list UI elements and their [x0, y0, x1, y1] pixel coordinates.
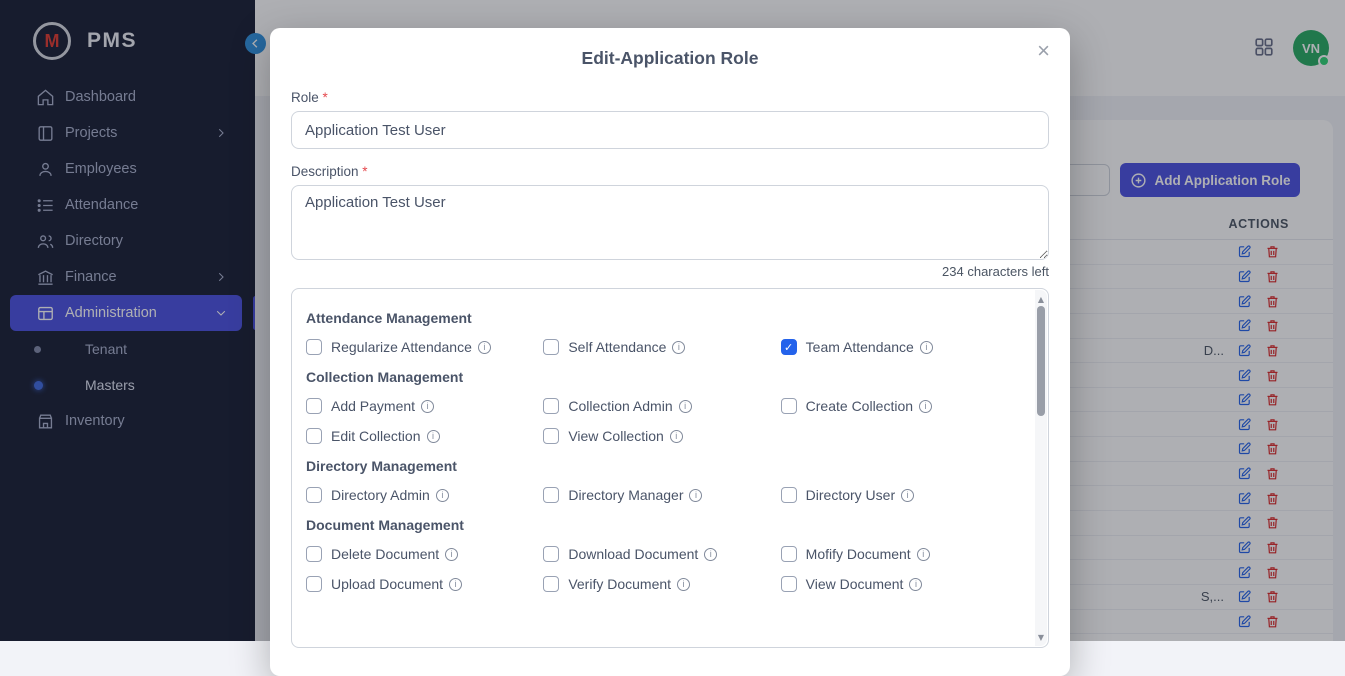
- permission-label: Team Attendance: [806, 339, 914, 355]
- unchecked-checkbox[interactable]: [543, 398, 559, 414]
- info-icon[interactable]: i: [909, 578, 922, 591]
- permission-label: Delete Document: [331, 546, 439, 562]
- unchecked-checkbox[interactable]: [306, 576, 322, 592]
- permission-item-edit-collection[interactable]: Edit Collection i: [306, 425, 543, 447]
- permission-grid: Regularize Attendance i Self Attendance i ✓ T…: [306, 336, 1018, 358]
- required-asterisk: *: [362, 164, 367, 179]
- info-icon[interactable]: i: [920, 341, 933, 354]
- modal-title: Edit-Application Role: [270, 28, 1070, 69]
- permission-label: View Collection: [568, 428, 663, 444]
- permission-item-directory-admin[interactable]: Directory Admin i: [306, 484, 543, 506]
- unchecked-checkbox[interactable]: [306, 428, 322, 444]
- info-icon[interactable]: i: [445, 548, 458, 561]
- close-icon[interactable]: ×: [1037, 40, 1050, 62]
- permission-item-delete-document[interactable]: Delete Document i: [306, 543, 543, 565]
- unchecked-checkbox[interactable]: [781, 576, 797, 592]
- permissions-panel: Attendance Management Regularize Attendan…: [291, 288, 1049, 648]
- permission-label: Edit Collection: [331, 428, 421, 444]
- unchecked-checkbox[interactable]: [543, 339, 559, 355]
- role-field-label: Role *: [291, 90, 1049, 105]
- role-label-text: Role: [291, 90, 319, 105]
- modal-body: Role * Description * Application Test Us…: [270, 90, 1070, 648]
- permission-label: Add Payment: [331, 398, 415, 414]
- permission-grid: Add PaymentiCollection AdminiCreate Coll…: [306, 395, 1018, 447]
- permission-label: Directory User: [806, 487, 895, 503]
- characters-left-counter: 234 characters left: [291, 264, 1049, 279]
- info-icon[interactable]: i: [901, 489, 914, 502]
- permission-item-upload-document[interactable]: Upload Document i: [306, 573, 543, 595]
- permission-item-view-document[interactable]: View Document i: [781, 573, 1018, 595]
- unchecked-checkbox[interactable]: [306, 487, 322, 503]
- unchecked-checkbox[interactable]: [543, 546, 559, 562]
- permission-item-download-document[interactable]: Download Document i: [543, 543, 780, 565]
- permissions-content: Attendance Management Regularize Attendan…: [292, 289, 1048, 615]
- unchecked-checkbox[interactable]: [781, 487, 797, 503]
- permission-item-create-collection[interactable]: Create Collection i: [781, 395, 1018, 417]
- permission-item-directory-manager[interactable]: Directory Manager i: [543, 484, 780, 506]
- role-input[interactable]: [291, 111, 1049, 149]
- permission-group-title-document-management: Document Management: [306, 517, 1018, 533]
- permission-label: Mofify Document: [806, 546, 911, 562]
- permission-label: Collection Admin: [568, 398, 672, 414]
- permission-item-collection-admin[interactable]: Collection Admin i: [543, 395, 780, 417]
- description-label-text: Description: [291, 164, 359, 179]
- permission-item-regularize-attendance[interactable]: Regularize Attendance i: [306, 336, 543, 358]
- permission-item-directory-user[interactable]: Directory User i: [781, 484, 1018, 506]
- scrollbar-thumb[interactable]: [1037, 306, 1045, 416]
- permission-label: Directory Manager: [568, 487, 683, 503]
- unchecked-checkbox[interactable]: [543, 428, 559, 444]
- permission-item-mofify-document[interactable]: Mofify Document i: [781, 543, 1018, 565]
- permission-item-team-attendance[interactable]: ✓ Team Attendance i: [781, 336, 1018, 358]
- checked-checkbox[interactable]: ✓: [781, 339, 797, 355]
- permission-label: Download Document: [568, 546, 698, 562]
- info-icon[interactable]: i: [919, 400, 932, 413]
- permission-item-verify-document[interactable]: Verify Document i: [543, 573, 780, 595]
- info-icon[interactable]: i: [478, 341, 491, 354]
- permission-label: Verify Document: [568, 576, 671, 592]
- unchecked-checkbox[interactable]: [781, 546, 797, 562]
- unchecked-checkbox[interactable]: [781, 398, 797, 414]
- required-asterisk: *: [323, 90, 328, 105]
- info-icon[interactable]: i: [679, 400, 692, 413]
- unchecked-checkbox[interactable]: [306, 398, 322, 414]
- unchecked-checkbox[interactable]: [306, 546, 322, 562]
- permission-group-title-collection-management: Collection Management: [306, 369, 1018, 385]
- unchecked-checkbox[interactable]: [306, 339, 322, 355]
- info-icon[interactable]: i: [449, 578, 462, 591]
- info-icon[interactable]: i: [670, 430, 683, 443]
- scroll-down-icon[interactable]: ▼: [1035, 630, 1047, 644]
- info-icon[interactable]: i: [917, 548, 930, 561]
- permission-label: Upload Document: [331, 576, 443, 592]
- permission-label: Self Attendance: [568, 339, 666, 355]
- permission-item-self-attendance[interactable]: Self Attendance i: [543, 336, 780, 358]
- info-icon[interactable]: i: [427, 430, 440, 443]
- permission-label: View Document: [806, 576, 904, 592]
- permission-item-view-collection[interactable]: View Collection i: [543, 425, 780, 447]
- permission-label: Create Collection: [806, 398, 913, 414]
- permission-group-title-directory-management: Directory Management: [306, 458, 1018, 474]
- unchecked-checkbox[interactable]: [543, 576, 559, 592]
- info-icon[interactable]: i: [689, 489, 702, 502]
- permission-grid: Directory AdminiDirectory ManageriDirect…: [306, 484, 1018, 506]
- description-field-label: Description *: [291, 164, 1049, 179]
- scrollbar[interactable]: ▲ ▼: [1035, 290, 1047, 646]
- info-icon[interactable]: i: [704, 548, 717, 561]
- scroll-up-icon[interactable]: ▲: [1035, 292, 1047, 306]
- info-icon[interactable]: i: [436, 489, 449, 502]
- info-icon[interactable]: i: [672, 341, 685, 354]
- unchecked-checkbox[interactable]: [543, 487, 559, 503]
- permission-grid: Delete DocumentiDownload DocumentiMofify…: [306, 543, 1018, 595]
- permission-group-title-attendance-management: Attendance Management: [306, 310, 1018, 326]
- edit-application-role-modal: Edit-Application Role × Role * Descripti…: [270, 28, 1070, 676]
- permission-item-add-payment[interactable]: Add Payment i: [306, 395, 543, 417]
- info-icon[interactable]: i: [421, 400, 434, 413]
- permission-label: Regularize Attendance: [331, 339, 472, 355]
- permission-label: Directory Admin: [331, 487, 430, 503]
- info-icon[interactable]: i: [677, 578, 690, 591]
- description-textarea[interactable]: Application Test User: [291, 185, 1049, 260]
